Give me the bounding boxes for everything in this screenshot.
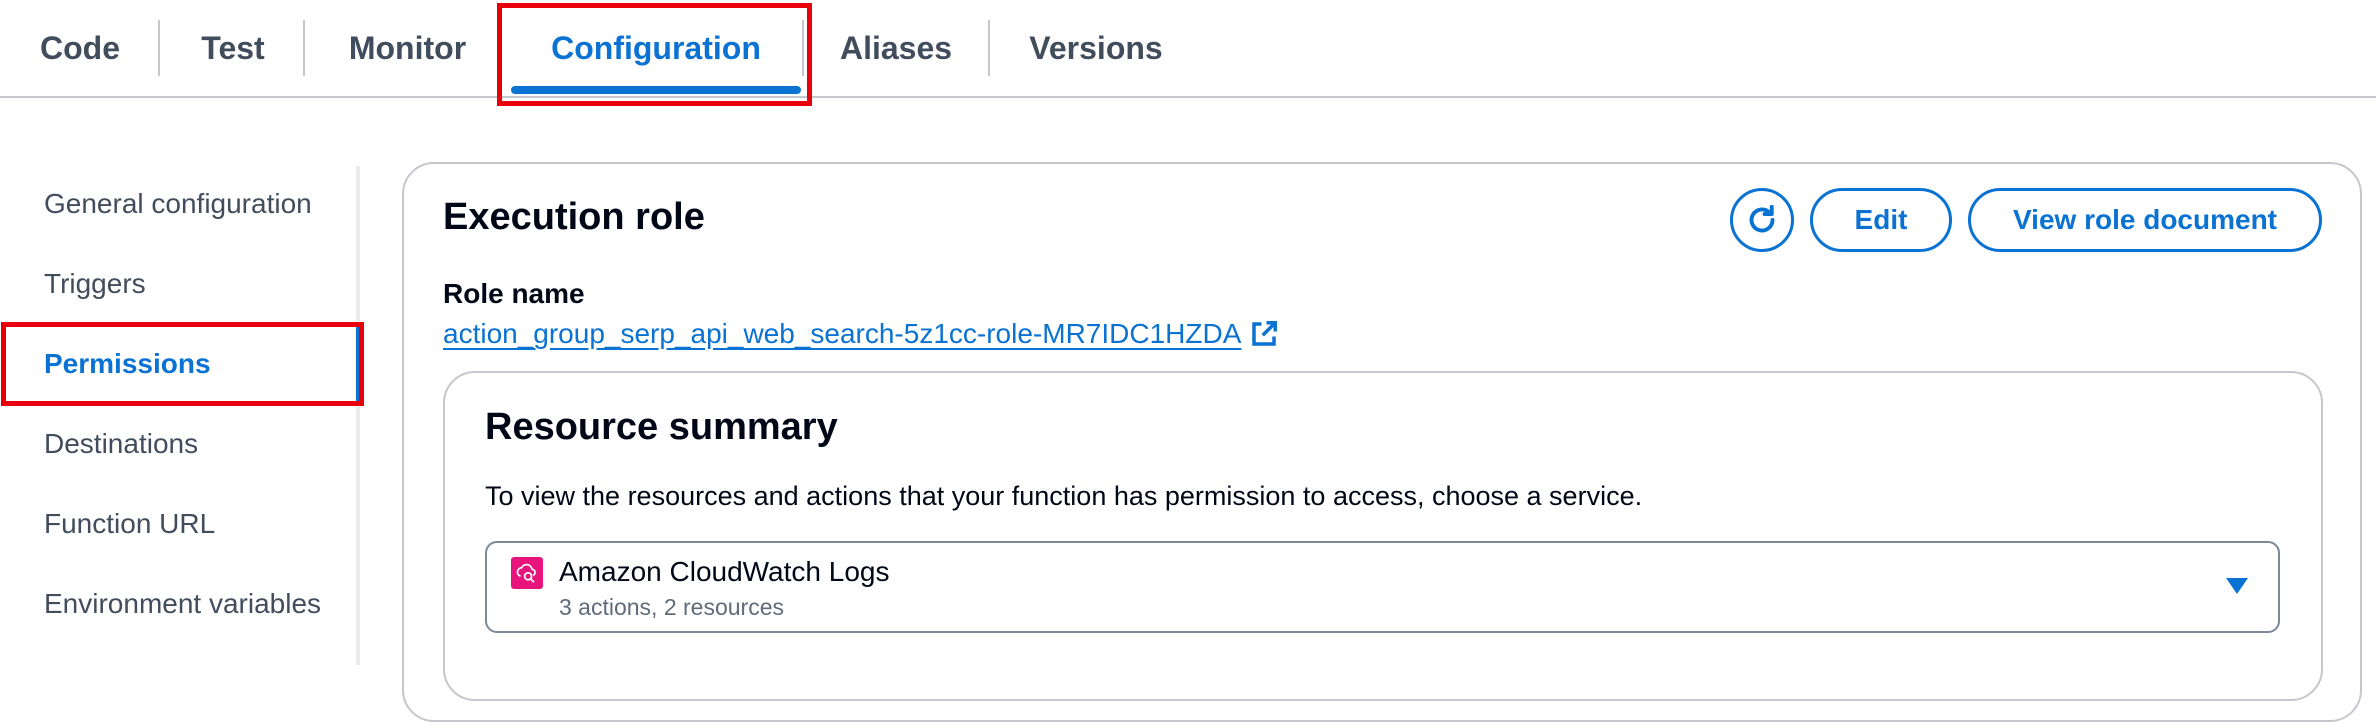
role-name-text: action_group_serp_api_web_search-5z1cc-r… — [443, 318, 1242, 349]
role-name-label: Role name — [443, 278, 585, 309]
selected-service-detail: 3 actions, 2 resources — [559, 594, 785, 620]
resource-summary-heading: Resource summary — [485, 406, 838, 448]
side-nav-rail — [356, 166, 360, 665]
selected-service-name: Amazon CloudWatch Logs — [559, 556, 890, 587]
side-nav-item-environment-variables[interactable]: Environment variables — [44, 588, 321, 620]
configuration-tab-highlight — [497, 3, 812, 106]
tab-separator — [158, 20, 160, 76]
role-name-link[interactable]: action_group_serp_api_web_search-5z1cc-r… — [443, 318, 1279, 350]
side-nav-item-function-url[interactable]: Function URL — [44, 508, 215, 540]
refresh-button[interactable] — [1730, 188, 1794, 252]
tab-separator — [303, 20, 305, 76]
tab-bar: Code Test Monitor Configuration Aliases … — [0, 0, 2376, 98]
tab-versions[interactable]: Versions — [1026, 22, 1166, 74]
caret-down-icon[interactable] — [2226, 578, 2248, 594]
external-link-icon — [1252, 321, 1278, 346]
tab-code[interactable]: Code — [30, 22, 130, 74]
cloudwatch-logs-icon — [511, 557, 543, 589]
side-nav-item-triggers[interactable]: Triggers — [44, 268, 146, 300]
resource-summary-description: To view the resources and actions that y… — [485, 481, 1643, 511]
side-nav-item-general-configuration[interactable]: General configuration — [44, 188, 312, 220]
tab-monitor[interactable]: Monitor — [340, 22, 475, 74]
tab-test[interactable]: Test — [188, 22, 278, 74]
edit-button[interactable]: Edit — [1810, 188, 1952, 252]
side-nav-item-destinations[interactable]: Destinations — [44, 428, 198, 460]
tab-separator — [988, 20, 990, 76]
permissions-item-highlight — [1, 322, 364, 406]
view-role-document-button[interactable]: View role document — [1968, 188, 2322, 252]
refresh-icon — [1749, 204, 1775, 233]
execution-role-heading: Execution role — [443, 196, 705, 238]
tab-aliases[interactable]: Aliases — [836, 22, 956, 74]
